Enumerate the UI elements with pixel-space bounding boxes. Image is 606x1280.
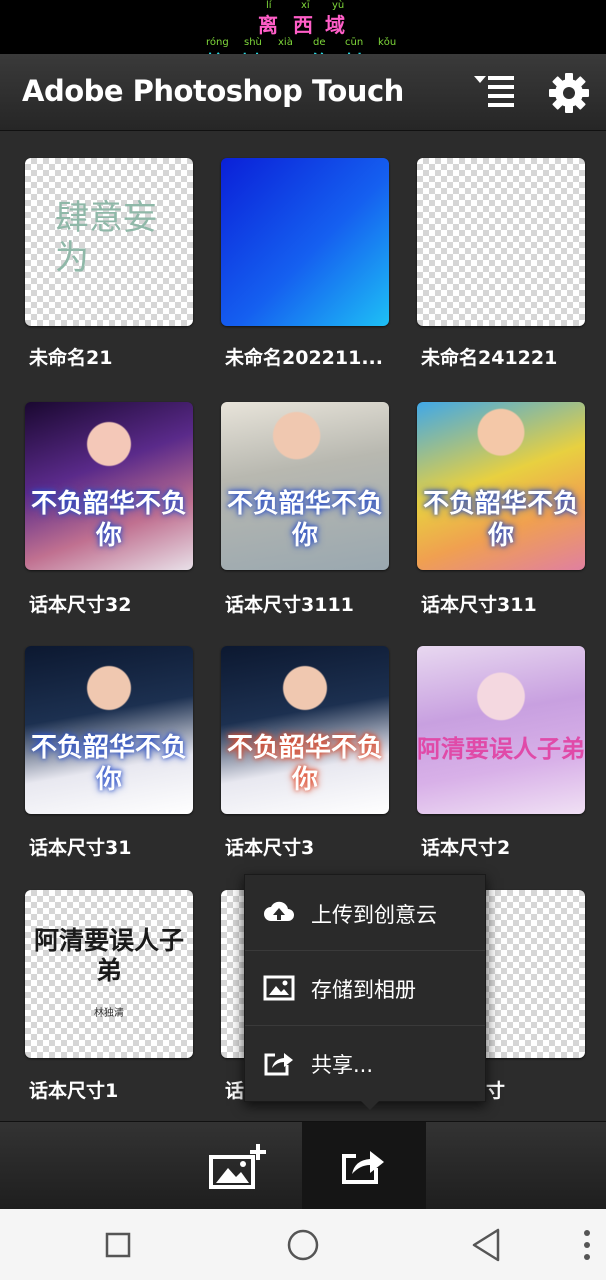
project-thumbnail[interactable]: 不负韶华不负你 <box>25 402 193 570</box>
add-image-button[interactable] <box>198 1122 302 1210</box>
system-navigation-bar <box>0 1209 606 1280</box>
project-label: 话本尺寸2 <box>421 837 511 859</box>
project-thumbnail[interactable]: 阿清要误人子弟 <box>417 646 585 814</box>
project-label: 话 <box>225 1080 245 1102</box>
gear-icon[interactable] <box>548 72 590 114</box>
project-label: 话本尺寸311 <box>421 594 537 616</box>
art-text: 不负韶华不负你 <box>30 489 187 551</box>
art-text: 不负韶华不负你 <box>226 733 383 795</box>
project-thumbnail[interactable]: 肆意妄为 <box>25 158 193 326</box>
project-thumbnail[interactable]: 不负韶华不负你 <box>221 402 389 570</box>
project-label: 未命名21 <box>29 347 113 369</box>
menu-item-upload-creative-cloud[interactable]: 上传到创意云 <box>245 875 485 951</box>
share-button[interactable] <box>302 1122 426 1210</box>
pinyin-text: xià <box>278 37 293 48</box>
popup-pointer <box>358 1098 382 1110</box>
pinyin-text: cūn <box>345 37 364 48</box>
app-bar: Adobe Photoshop Touch <box>0 54 606 131</box>
project-label: 话本尺寸1 <box>29 1080 119 1102</box>
lyric-char: 西 <box>293 13 313 37</box>
cloud-upload-icon <box>264 901 294 921</box>
project-thumbnail[interactable]: 不负韶华不负你 <box>221 646 389 814</box>
art-text: 阿清要误人子弟 <box>417 735 585 763</box>
share-icon <box>264 1053 293 1076</box>
lyric-char: 域 <box>325 13 345 37</box>
pinyin-text: kǒu <box>378 37 397 48</box>
pinyin-text: shù <box>244 37 262 48</box>
art-text: 不负韶华不负你 <box>30 733 187 795</box>
art-text: 不负韶华不负你 <box>422 489 579 551</box>
pinyin-text: de <box>313 37 326 48</box>
sort-list-icon[interactable] <box>474 74 516 110</box>
project-thumbnail[interactable] <box>417 158 585 326</box>
home-icon[interactable] <box>286 1228 320 1262</box>
art-subtext: 林独清 <box>94 1008 124 1019</box>
art-text: 肆意妄为 <box>55 198 157 278</box>
back-icon[interactable] <box>470 1227 504 1263</box>
menu-item-label: 存储到相册 <box>311 978 416 1002</box>
share-menu: 上传到创意云 存储到相册 共享... <box>244 874 486 1102</box>
project-label: 话本尺寸3 <box>225 837 315 859</box>
recent-apps-icon[interactable] <box>104 1231 132 1259</box>
app-title: Adobe Photoshop Touch <box>22 74 404 108</box>
project-label: 话本尺寸3111 <box>225 594 354 616</box>
share-icon <box>342 1151 384 1184</box>
project-label: 话本尺寸31 <box>29 837 132 859</box>
status-bar: lí xī yù 离 西 域 róng shù xià de cūn kǒu 榕… <box>0 0 606 74</box>
art-text: 不负韶华不负你 <box>226 489 383 551</box>
project-label: 未命名241221 <box>421 347 558 369</box>
menu-item-save-to-album[interactable]: 存储到相册 <box>245 950 485 1026</box>
project-label: 寸 <box>486 1080 506 1102</box>
bottom-toolbar <box>0 1121 606 1210</box>
project-thumbnail[interactable] <box>221 158 389 326</box>
project-label: 未命名202211... <box>225 347 383 369</box>
project-thumbnail[interactable]: 不负韶华不负你 <box>25 646 193 814</box>
menu-item-label: 共享... <box>311 1053 374 1077</box>
project-thumbnail[interactable]: 不负韶华不负你 <box>417 402 585 570</box>
project-label: 话本尺寸32 <box>29 594 132 616</box>
lyric-char: 离 <box>258 13 278 37</box>
more-options-icon[interactable] <box>582 1229 592 1261</box>
project-thumbnail[interactable]: 阿清要误人子弟 林独清 <box>25 890 193 1058</box>
menu-item-label: 上传到创意云 <box>311 903 437 927</box>
add-image-icon <box>209 1144 266 1189</box>
art-text: 阿清要误人子弟 <box>33 926 184 985</box>
menu-item-share[interactable]: 共享... <box>245 1025 485 1100</box>
pinyin-text: róng <box>206 37 229 48</box>
image-icon <box>263 975 295 1001</box>
